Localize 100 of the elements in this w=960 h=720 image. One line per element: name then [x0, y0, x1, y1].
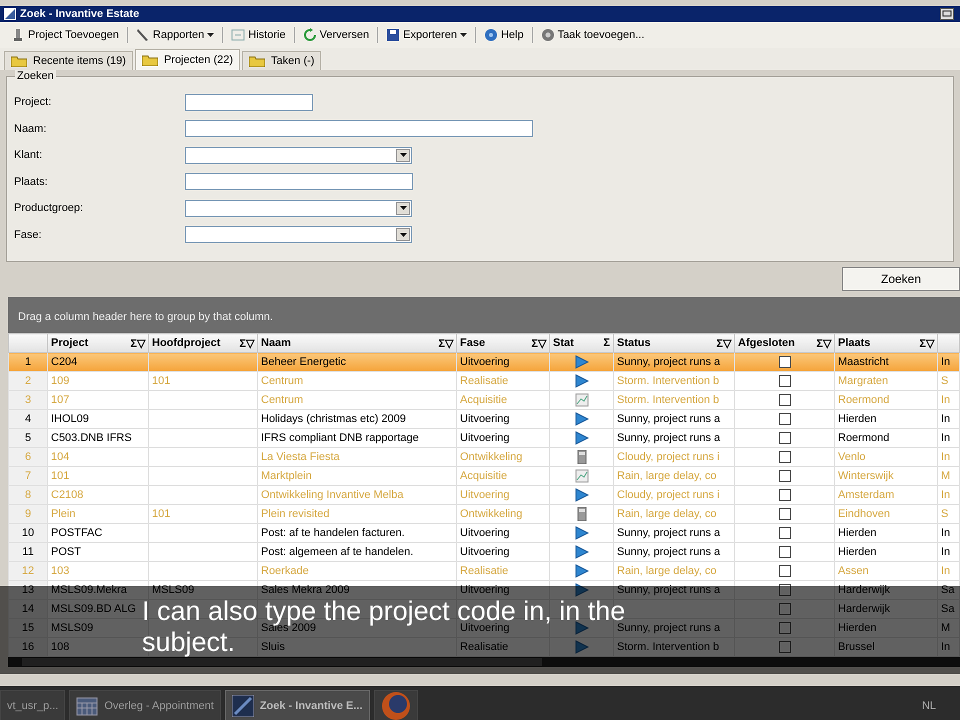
checkbox[interactable] — [778, 394, 790, 406]
scrollbar[interactable] — [8, 657, 960, 667]
row-number[interactable]: 10 — [8, 524, 48, 542]
table-cell: Uitvoering — [460, 432, 510, 444]
checkbox[interactable] — [778, 584, 790, 596]
toolbar-button[interactable]: Historie — [228, 26, 289, 44]
sum-icon[interactable]: Σ — [130, 338, 137, 350]
table-cell: In — [941, 451, 950, 463]
table-cell: Sunny, project runs a — [617, 413, 720, 425]
table-cell: In — [941, 565, 950, 577]
sum-icon[interactable]: Σ — [816, 338, 823, 350]
checkbox[interactable] — [778, 413, 790, 426]
column-header[interactable]: Stat Σ — [550, 334, 614, 352]
table-cell: Sluis — [261, 641, 285, 653]
table-cell: Sales Mekra 2009 — [261, 584, 350, 596]
filter-icon[interactable]: ▽ — [445, 338, 453, 350]
table-cell: M — [941, 622, 950, 634]
dropdown-field[interactable] — [185, 200, 412, 217]
filter-icon[interactable]: ▽ — [137, 338, 145, 350]
sum-icon[interactable]: Σ — [531, 338, 538, 350]
column-header[interactable]: Status Σ▽ — [614, 334, 734, 352]
checkbox[interactable] — [778, 508, 790, 520]
dropdown-field[interactable] — [185, 146, 412, 164]
checkbox[interactable] — [778, 527, 790, 540]
table-cell: In — [941, 394, 950, 406]
column-header[interactable]: Afgesloten Σ▽ — [734, 334, 834, 352]
search-button[interactable]: Zoeken — [842, 267, 960, 291]
toolbar-button[interactable]: Exporteren — [383, 26, 470, 44]
table-cell: Maastricht — [838, 356, 889, 368]
row-number[interactable]: 5 — [8, 428, 48, 448]
group-by-hint: Drag a column header here to group by that column. — [17, 310, 274, 325]
folder-icon — [142, 54, 158, 66]
taskbar-button[interactable]: vt_usr_p... — [0, 690, 66, 720]
checkbox[interactable] — [778, 470, 790, 482]
sum-icon[interactable]: Σ — [438, 338, 445, 350]
row-number[interactable]: 11 — [8, 542, 48, 562]
checkbox[interactable] — [778, 356, 790, 368]
checkbox[interactable] — [778, 432, 790, 444]
sum-icon[interactable]: Σ — [603, 337, 610, 349]
table-cell: Harderwijk — [838, 603, 890, 615]
filter-icon[interactable]: ▽ — [926, 338, 934, 350]
taskbar-button[interactable]: Overleg - Appointment — [69, 690, 221, 720]
tab[interactable]: Taken (-) — [242, 51, 322, 70]
toolbar-button[interactable]: Rapporten — [132, 26, 218, 44]
checkbox[interactable] — [778, 641, 790, 654]
table-cell: POSTFAC — [51, 527, 102, 539]
dropdown-field[interactable] — [185, 226, 412, 244]
table-cell: Sunny, project runs a — [617, 432, 720, 444]
table-cell: Centrum — [261, 394, 304, 406]
tab[interactable]: Recente items (19) — [4, 51, 133, 70]
table-cell: Sa — [941, 584, 954, 596]
input-field[interactable] — [185, 173, 413, 190]
checkbox[interactable] — [778, 489, 790, 502]
table-cell: In — [941, 413, 950, 425]
app-icon — [4, 8, 16, 20]
sum-icon[interactable]: Σ — [239, 338, 246, 350]
field-label: Naam: — [14, 122, 48, 135]
table-cell: POST — [51, 546, 81, 558]
row-number[interactable]: 4 — [8, 410, 48, 428]
table-cell: C503.DNB IFRS — [51, 432, 132, 444]
tab[interactable]: Projecten (22) — [134, 49, 240, 70]
toolbar-button[interactable]: Verversen — [300, 26, 372, 44]
table-cell: Sunny, project runs a — [617, 622, 720, 634]
table-cell: Post: af te handelen facturen. — [261, 527, 405, 539]
table-cell: IHOL09 — [51, 413, 89, 425]
caret-icon — [400, 153, 406, 158]
filter-icon[interactable]: ▽ — [723, 338, 731, 350]
taskbar-button[interactable]: Zoek - Invantive E... — [224, 690, 370, 720]
sum-icon[interactable]: Σ — [716, 338, 723, 350]
checkbox[interactable] — [778, 565, 790, 578]
checkbox[interactable] — [778, 603, 790, 616]
column-header[interactable]: Naam Σ▽ — [258, 334, 456, 352]
checkbox[interactable] — [778, 451, 790, 464]
column-header[interactable]: Hoofdproject Σ▽ — [148, 334, 258, 352]
field-label: Plaats: — [14, 176, 49, 188]
checkbox[interactable] — [778, 546, 790, 558]
filter-icon[interactable]: ▽ — [538, 338, 546, 350]
checkbox[interactable] — [778, 622, 790, 634]
sum-icon[interactable]: Σ — [919, 338, 926, 350]
row-number[interactable]: 1 — [8, 352, 48, 372]
table-cell: Uitvoering — [460, 413, 510, 425]
table-cell: Acquisitie — [460, 470, 508, 482]
checkbox[interactable] — [778, 375, 790, 388]
column-header[interactable]: Plaats Σ▽ — [834, 334, 938, 352]
toolbar-button[interactable]: Help — [480, 26, 527, 44]
column-header[interactable]: Project Σ▽ — [48, 334, 148, 352]
filter-icon[interactable]: ▽ — [823, 338, 831, 350]
column-header[interactable]: Fase Σ▽ — [456, 334, 550, 352]
table-cell: Roermond — [838, 432, 890, 444]
filter-icon[interactable]: ▽ — [246, 338, 254, 350]
input-field[interactable] — [185, 120, 533, 138]
input-field[interactable] — [185, 94, 313, 111]
caret-icon — [400, 232, 406, 237]
toolbar-button[interactable]: Project Toevoegen — [8, 26, 122, 44]
window-title: Zoek - Invantive Estate — [20, 8, 140, 20]
table-cell: Cloudy, project runs i — [617, 451, 720, 463]
toolbar-button[interactable]: Taak toevoegen... — [538, 26, 648, 44]
maximize-icon — [940, 8, 954, 20]
table-cell: Uitvoering — [460, 622, 510, 634]
table-cell: C2108 — [51, 489, 84, 501]
